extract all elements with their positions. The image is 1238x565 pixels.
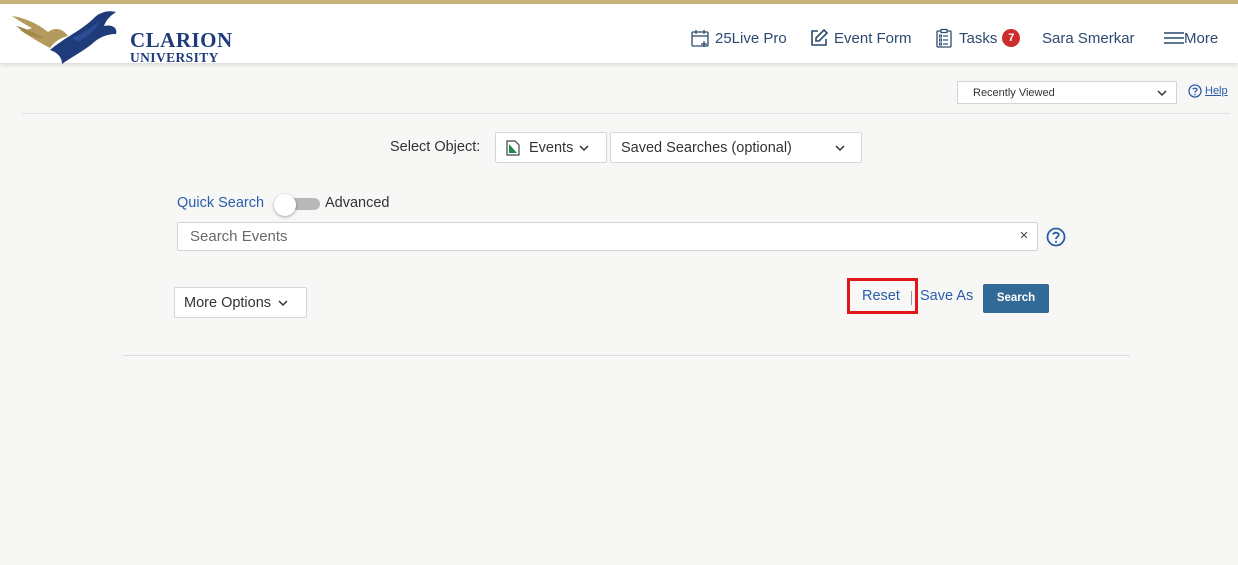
nav-event-form-label: Event Form xyxy=(834,29,912,47)
recently-viewed-value: Recently Viewed xyxy=(973,86,1055,99)
clear-search-icon[interactable]: × xyxy=(1017,228,1031,243)
help-label: Help xyxy=(1205,85,1228,97)
question-circle-icon xyxy=(1188,84,1202,98)
select-object-label: Select Object: xyxy=(390,139,481,155)
logo-wordmark: CLARION UNIVERSITY xyxy=(130,30,233,65)
nav-tasks[interactable]: Tasks 7 xyxy=(934,26,1021,50)
chevron-down-icon xyxy=(579,144,589,151)
clarion-logo[interactable]: CLARION UNIVERSITY xyxy=(12,8,232,64)
calendar-icon xyxy=(691,30,709,47)
nav-user-name[interactable]: Sara Smerkar xyxy=(1042,26,1135,50)
clipboard-icon xyxy=(936,28,952,48)
app-header: CLARION UNIVERSITY 25Live Pro Event Form xyxy=(0,4,1238,64)
search-mode-toggle[interactable] xyxy=(274,194,320,216)
nav-event-form[interactable]: Event Form xyxy=(809,26,912,50)
events-document-icon xyxy=(506,139,520,156)
saved-searches-value: Saved Searches (optional) xyxy=(621,139,792,156)
logo-line-1: CLARION xyxy=(130,28,233,52)
object-type-value: Events xyxy=(529,139,574,156)
toggle-knob xyxy=(274,194,296,216)
logo-line-2: UNIVERSITY xyxy=(130,50,219,65)
chevron-down-icon xyxy=(835,145,845,152)
action-separator xyxy=(911,291,912,305)
results-divider xyxy=(123,355,1130,356)
tasks-count-badge: 7 xyxy=(1002,29,1021,47)
nav-more-label: More xyxy=(1184,29,1219,47)
nav-25live-pro[interactable]: 25Live Pro xyxy=(690,26,787,50)
edit-icon xyxy=(811,28,829,46)
nav-25live-pro-label: 25Live Pro xyxy=(715,29,787,47)
reset-button[interactable]: Reset xyxy=(862,288,900,304)
user-name-label: Sara Smerkar xyxy=(1042,29,1135,47)
chevron-down-icon xyxy=(1157,90,1167,97)
recently-viewed-dropdown[interactable]: Recently Viewed xyxy=(957,81,1177,104)
search-button[interactable]: Search xyxy=(983,284,1049,313)
nav-more-menu[interactable]: More xyxy=(1162,26,1218,50)
chevron-down-icon xyxy=(278,299,288,306)
quick-search-label[interactable]: Quick Search xyxy=(177,195,264,211)
more-options-dropdown[interactable]: More Options xyxy=(174,287,307,318)
advanced-search-label[interactable]: Advanced xyxy=(325,195,390,211)
top-divider xyxy=(22,113,1230,114)
search-help-icon[interactable] xyxy=(1046,227,1066,247)
object-type-dropdown[interactable]: Events xyxy=(495,132,607,163)
saved-searches-dropdown[interactable]: Saved Searches (optional) xyxy=(610,132,862,163)
search-field: × xyxy=(177,222,1038,251)
more-options-label: More Options xyxy=(184,294,272,311)
save-as-button[interactable]: Save As xyxy=(920,288,973,304)
hamburger-menu-icon xyxy=(1164,32,1184,44)
nav-tasks-label: Tasks xyxy=(959,29,998,47)
search-input[interactable] xyxy=(178,223,998,250)
help-link[interactable]: Help xyxy=(1188,84,1228,98)
